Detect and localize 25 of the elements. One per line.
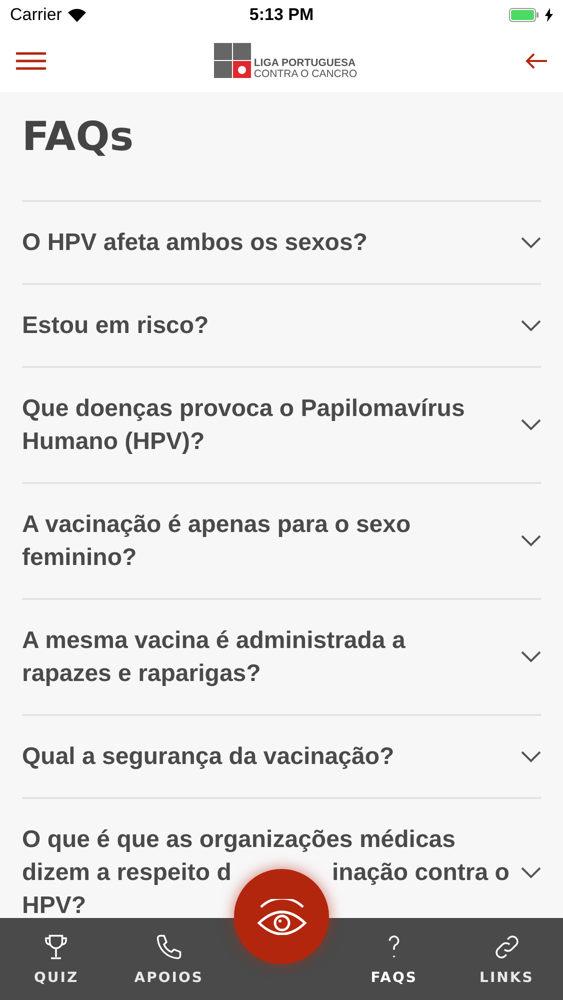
faq-question: O HPV afeta ambos os sexos? xyxy=(22,228,368,258)
faq-item[interactable]: Qual a segurança da vacinação? xyxy=(22,714,541,797)
faq-item[interactable]: Estou em risco? xyxy=(22,283,541,366)
faq-question-line: inação contra o xyxy=(332,858,510,888)
logo-subtitle: CONTRA O CANCRO xyxy=(254,68,358,79)
carrier-name: Carrier xyxy=(10,5,62,25)
tab-item[interactable]: APOIOS xyxy=(112,918,226,1000)
tab-item[interactable]: FAQS xyxy=(338,918,450,1000)
faq-question: Qual a segurança da vacinação? xyxy=(22,742,394,772)
logo-title: LIGA PORTUGUESA xyxy=(254,58,357,68)
faq-question: Que doenças provoca o Papilomavírus Humano (HPV)? xyxy=(22,394,466,457)
faq-question: A mesma vacina é administrada a rapazes e raparigas? xyxy=(22,626,406,689)
faq-item[interactable]: Que doenças provoca o Papilomavírus Humano (HPV)? xyxy=(22,366,541,482)
page-title: FAQs xyxy=(22,114,135,162)
faq-question-line: O que é que as organizações médicas xyxy=(22,825,456,855)
tab-item[interactable]: LINKS xyxy=(450,918,563,1000)
faq-item[interactable]: A vacinação é apenas para o sexo feminino? xyxy=(22,482,541,598)
tab-item[interactable]: QUIZ xyxy=(0,918,113,1000)
faq-question-line: HPV? xyxy=(22,891,86,918)
faq-item[interactable]: A mesma vacina é administrada a rapazes e raparigas? xyxy=(22,598,541,714)
faq-question: A vacinação é apenas para o sexo feminino? xyxy=(22,510,412,573)
faq-question: Estou em risco? xyxy=(22,311,209,341)
faq-question-line: dizem a respeito d xyxy=(22,858,232,888)
clock-time: 5:13 PM xyxy=(249,5,314,25)
faq-item[interactable]: O HPV afeta ambos os sexos? xyxy=(22,200,541,283)
